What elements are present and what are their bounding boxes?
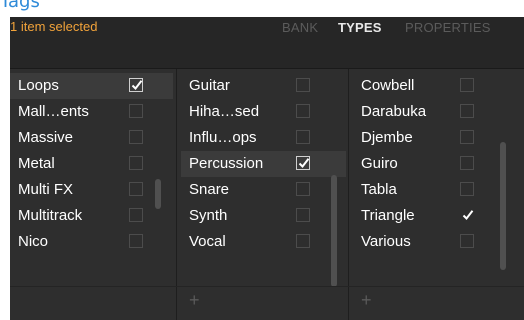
tag-checkbox[interactable] bbox=[129, 130, 143, 144]
tag-row-massive[interactable]: Massive bbox=[10, 125, 173, 151]
column-divider bbox=[176, 69, 177, 320]
tab-types[interactable]: TYPES bbox=[338, 20, 382, 35]
tag-row-vocal[interactable]: Vocal bbox=[181, 229, 346, 255]
tag-label: Guitar bbox=[189, 77, 230, 94]
page-title-partial: Tags bbox=[0, 0, 524, 12]
tag-row-metal[interactable]: Metal bbox=[10, 151, 173, 177]
tag-checkbox[interactable] bbox=[296, 208, 310, 222]
tag-checkbox[interactable] bbox=[460, 104, 474, 118]
tag-label: Djembe bbox=[361, 129, 413, 146]
tag-row-djembe[interactable]: Djembe bbox=[353, 125, 524, 151]
tag-label: Nico bbox=[18, 233, 49, 250]
tag-checkbox[interactable] bbox=[460, 182, 474, 196]
tag-row-multitrack[interactable]: Multitrack bbox=[10, 203, 173, 229]
tag-row-guiro[interactable]: Guiro bbox=[353, 151, 524, 177]
tag-label: Loops bbox=[18, 77, 59, 94]
tag-checkbox[interactable] bbox=[460, 130, 474, 144]
tag-column-1: Loops Mall…ents Massive Metal Multi FX M… bbox=[10, 69, 173, 302]
checkmark-icon bbox=[131, 80, 143, 91]
tag-row-cowbell[interactable]: Cowbell bbox=[353, 73, 524, 99]
tag-checkbox[interactable] bbox=[460, 156, 474, 170]
tag-row-percussion[interactable]: Percussion bbox=[181, 151, 346, 177]
tag-label: Various bbox=[361, 233, 411, 250]
tag-row-nico[interactable]: Nico bbox=[10, 229, 173, 255]
tag-label: Mall…ents bbox=[18, 103, 89, 120]
checkmark-icon bbox=[462, 210, 474, 221]
tag-label: Cowbell bbox=[361, 77, 415, 94]
tab-bank[interactable]: BANK bbox=[282, 20, 318, 35]
tag-checkbox[interactable] bbox=[129, 208, 143, 222]
tag-checkbox[interactable] bbox=[129, 78, 143, 92]
tag-row-mallets[interactable]: Mall…ents bbox=[10, 99, 173, 125]
tag-label: Tabla bbox=[361, 181, 397, 198]
tag-row-darabuka[interactable]: Darabuka bbox=[353, 99, 524, 125]
tag-row-hihat[interactable]: Hiha…sed bbox=[181, 99, 346, 125]
tag-checkbox[interactable] bbox=[296, 182, 310, 196]
tag-checkbox[interactable] bbox=[296, 156, 310, 170]
tag-checkbox[interactable] bbox=[129, 234, 143, 248]
tag-checkbox[interactable] bbox=[296, 104, 310, 118]
tag-checkbox[interactable] bbox=[296, 234, 310, 248]
tag-label: Percussion bbox=[189, 155, 264, 172]
tag-checkbox[interactable] bbox=[460, 78, 474, 92]
tag-label: Vocal bbox=[189, 233, 226, 250]
tag-row-snare[interactable]: Snare bbox=[181, 177, 346, 203]
tag-row-multi-fx[interactable]: Multi FX bbox=[10, 177, 173, 203]
tag-column-3: Cowbell Darabuka Djembe Guiro Tabla Tria… bbox=[353, 69, 524, 302]
add-tag-button[interactable]: + bbox=[189, 291, 200, 309]
tag-label: Guiro bbox=[361, 155, 398, 172]
tab-properties[interactable]: PROPERTIES bbox=[405, 20, 491, 35]
column-divider bbox=[348, 69, 349, 320]
tag-row-tabla[interactable]: Tabla bbox=[353, 177, 524, 203]
tag-checkbox[interactable] bbox=[129, 182, 143, 196]
selection-status: 1 item selected bbox=[10, 19, 98, 34]
tag-label: Hiha…sed bbox=[189, 103, 260, 120]
tag-label: Influ…ops bbox=[189, 129, 257, 146]
tag-checkbox[interactable] bbox=[296, 78, 310, 92]
tag-label: Multitrack bbox=[18, 207, 83, 224]
scrollbar-column-3[interactable] bbox=[500, 142, 506, 270]
tag-row-loops[interactable]: Loops bbox=[10, 73, 173, 99]
tag-label: Snare bbox=[189, 181, 230, 198]
tag-checkbox[interactable] bbox=[129, 104, 143, 118]
tag-row-various[interactable]: Various bbox=[353, 229, 524, 255]
tag-label: Massive bbox=[18, 129, 74, 146]
tag-label: Metal bbox=[18, 155, 55, 172]
tag-row-synth[interactable]: Synth bbox=[181, 203, 346, 229]
scrollbar-column-1[interactable] bbox=[155, 179, 161, 209]
tag-label: Darabuka bbox=[361, 103, 427, 120]
add-tag-button[interactable]: + bbox=[361, 291, 372, 309]
checkmark-icon bbox=[298, 158, 310, 169]
tag-column-2: Guitar Hiha…sed Influ…ops Percussion Sna… bbox=[181, 69, 346, 302]
tag-row-triangle[interactable]: Triangle bbox=[353, 203, 524, 229]
tag-row-influ-ops[interactable]: Influ…ops bbox=[181, 125, 346, 151]
footer-separator bbox=[10, 286, 524, 287]
page-title-text: Tags bbox=[0, 0, 40, 12]
tag-label: Synth bbox=[189, 207, 228, 224]
tag-checkbox[interactable] bbox=[460, 208, 474, 222]
tag-checkbox[interactable] bbox=[460, 234, 474, 248]
tag-row-guitar[interactable]: Guitar bbox=[181, 73, 346, 99]
scrollbar-column-2[interactable] bbox=[331, 175, 337, 287]
tag-label: Multi FX bbox=[18, 181, 74, 198]
tag-checkbox[interactable] bbox=[296, 130, 310, 144]
tag-checkbox[interactable] bbox=[129, 156, 143, 170]
tag-label: Triangle bbox=[361, 207, 415, 224]
